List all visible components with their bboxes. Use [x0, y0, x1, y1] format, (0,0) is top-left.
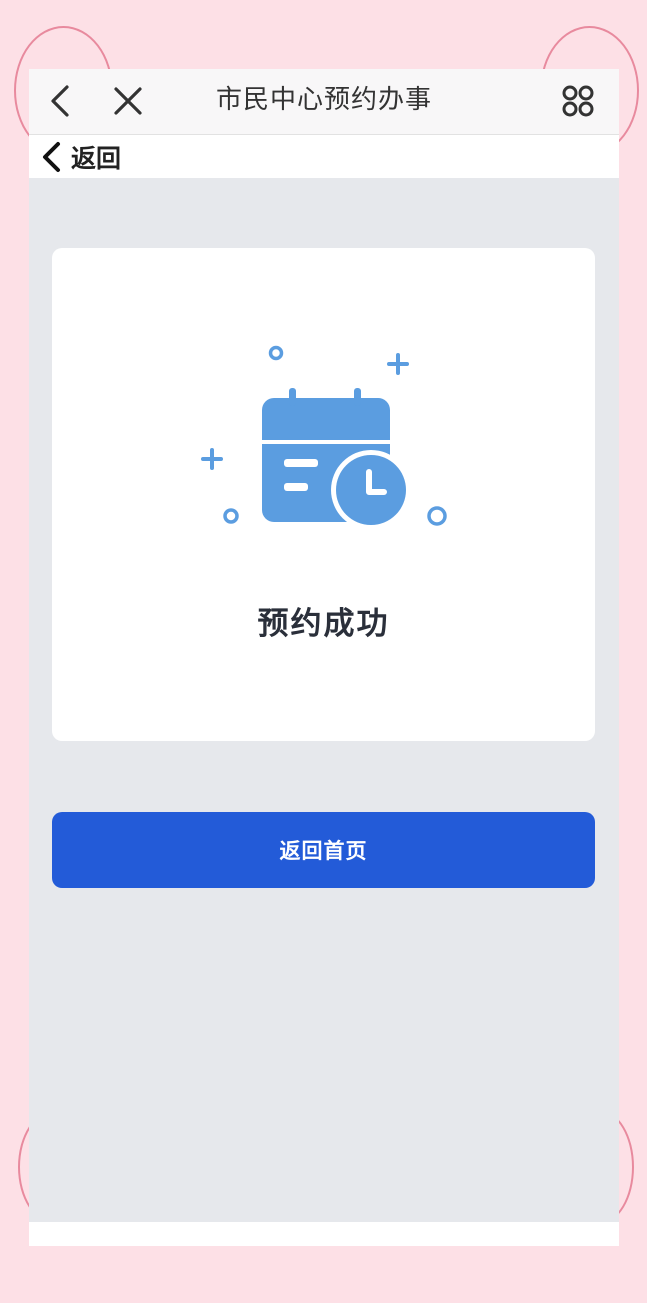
nav-close-button[interactable] [108, 81, 148, 121]
calendar-clock-icon [201, 345, 447, 530]
top-navigation-bar: 市民中心预约办事 [29, 69, 619, 135]
return-home-button[interactable]: 返回首页 [52, 812, 595, 888]
chevron-left-icon [43, 142, 60, 172]
success-message: 预约成功 [257, 606, 390, 642]
command-icon [562, 85, 594, 117]
nav-back-button[interactable] [41, 81, 81, 121]
back-label: 返回 [71, 144, 122, 173]
nav-more-button[interactable] [558, 81, 598, 121]
close-icon [114, 87, 142, 115]
sub-header: 返回 [29, 135, 619, 178]
bottom-strip [29, 1222, 619, 1246]
back-link[interactable]: 返回 [41, 139, 121, 175]
phone-screen: 市民中心预约办事 返回 预约成功 返回首页 [29, 69, 619, 1246]
result-card: 预约成功 [52, 248, 595, 741]
chevron-left-icon [51, 85, 69, 117]
